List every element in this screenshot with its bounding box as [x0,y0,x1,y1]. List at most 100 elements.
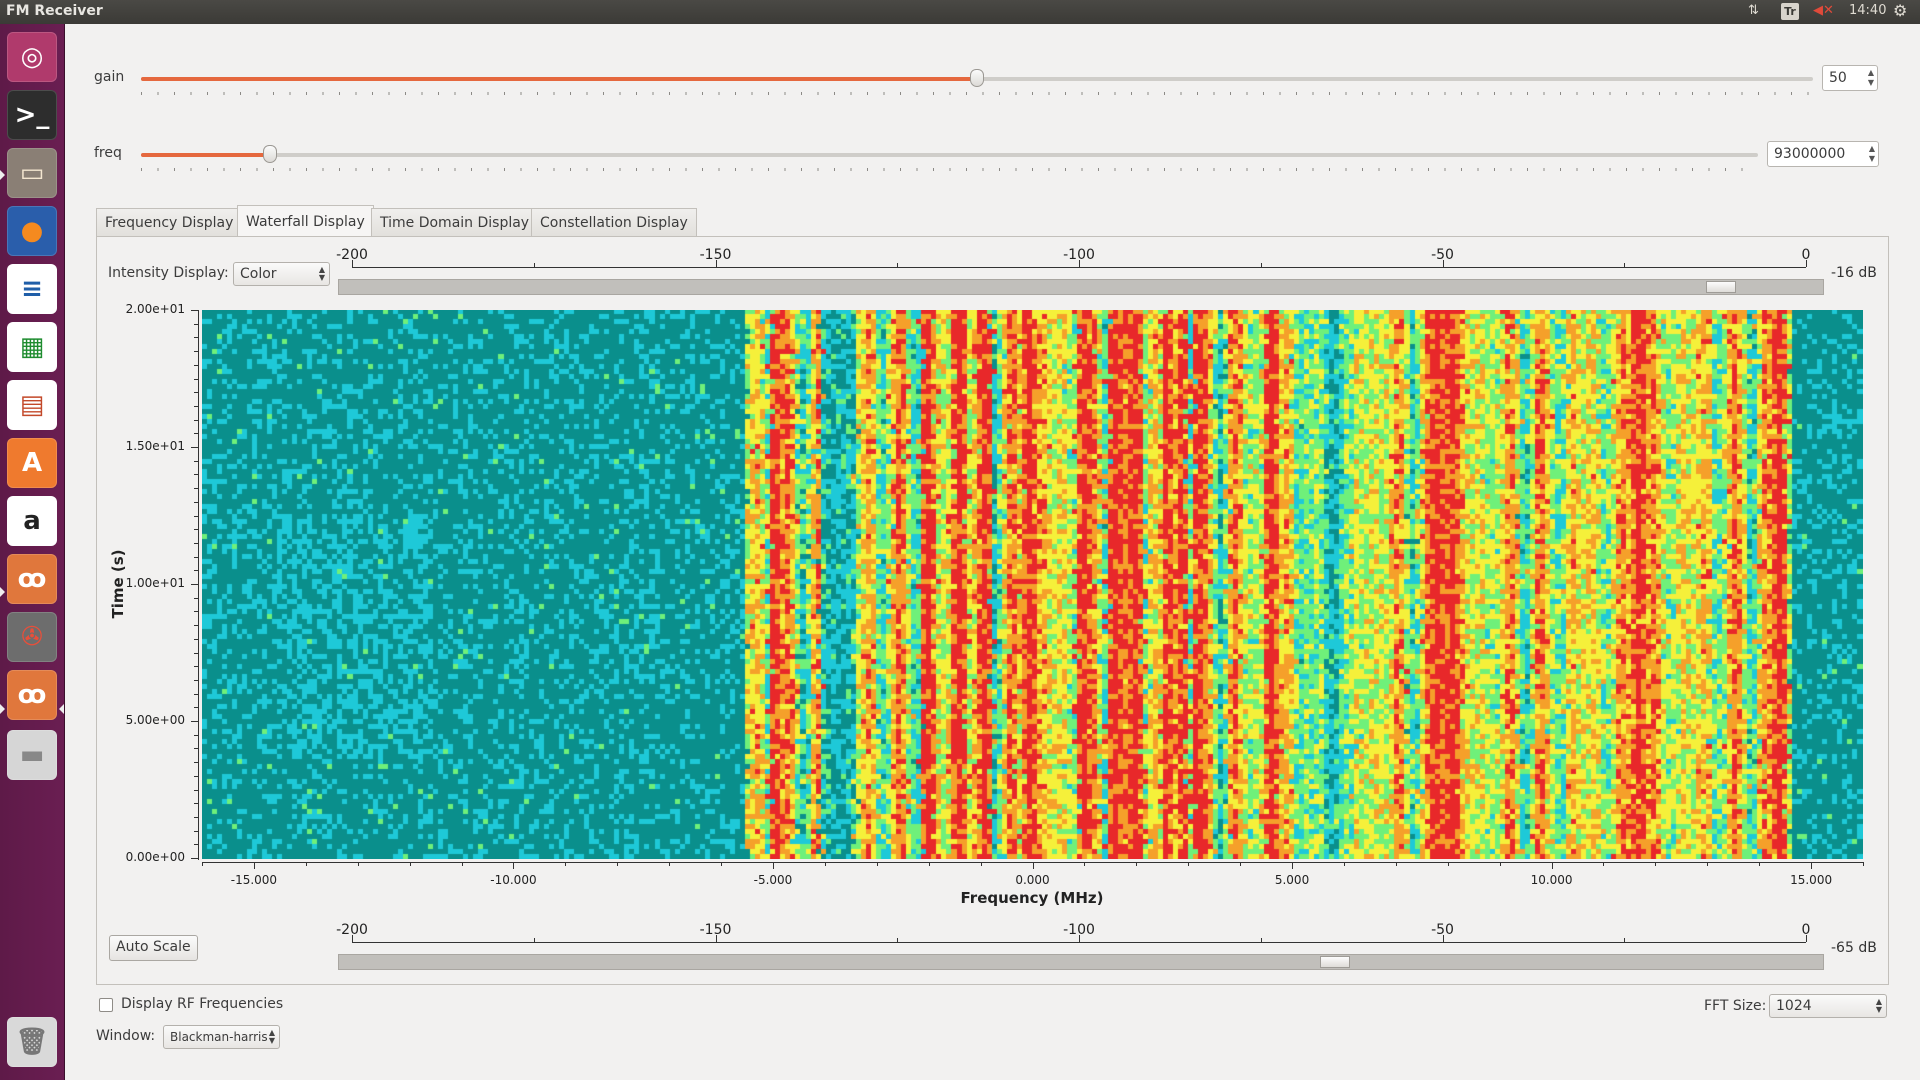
tab-time-domain-display[interactable]: Time Domain Display [371,208,539,236]
y-minor-tick [194,392,198,394]
y-tick-label: 0.00e+00 [125,850,185,864]
y-minor-tick [194,625,198,627]
y-minor-tick [194,405,198,407]
y-minor-tick [194,501,198,503]
fft-size-value: 1024 [1776,998,1812,1014]
gnuradio-fm-icon[interactable]: ꝏ [7,670,57,720]
running-indicator [0,587,5,597]
terminal-icon[interactable]: >_ [7,90,57,140]
clock[interactable]: 14:40 [1849,3,1886,18]
x-minor-tick [1343,862,1345,866]
y-minor-tick [194,556,198,558]
fft-size-combobox[interactable]: 1024 ▲ ▼ [1769,994,1887,1018]
gain-slider-ticks [141,92,1813,95]
x-minor-tick [617,862,619,866]
auto-scale-button[interactable]: Auto Scale [109,935,198,961]
firefox-icon[interactable]: ● [7,206,57,256]
x-minor-tick [824,862,826,866]
waterfall-plot[interactable] [202,310,1863,859]
y-minor-tick [194,748,198,750]
y-minor-tick [194,816,198,818]
gain-slider-handle[interactable] [970,69,984,87]
display-rf-checkbox[interactable] [99,998,113,1012]
intensity-combobox[interactable]: Color ▲ ▼ [233,262,330,286]
freq-value: 93000000 [1774,146,1846,162]
x-tick-label: -15.000 [230,873,278,887]
y-minor-tick [194,830,198,832]
tab-constellation-display[interactable]: Constellation Display [531,208,697,236]
y-minor-tick [194,584,198,585]
x-tick-label: 10.000 [1530,873,1573,887]
y-axis-line [198,310,199,860]
gain-spinbox[interactable]: 50 ▲ ▼ [1822,65,1878,91]
tab-waterfall-display[interactable]: Waterfall Display [237,205,374,237]
x-tick-label: -10.000 [490,873,537,887]
freq-spinbox[interactable]: 93000000 ▲ ▼ [1767,141,1879,167]
freq-slider[interactable] [141,153,1758,157]
volume-muted-icon[interactable]: ◀✕ [1813,3,1834,18]
freq-slider-handle[interactable] [263,145,278,163]
y-minor-tick [194,611,198,613]
gain-slider-fill [141,77,977,81]
scale-tick [352,260,353,267]
gnuradio-icon[interactable]: ꝏ [7,554,57,604]
display-rf-label: Display RF Frequencies [121,996,284,1012]
y-minor-tick [194,488,198,490]
x-minor-tick [202,862,203,866]
ubuntu-dash-icon[interactable]: ◎ [7,32,57,82]
x-tick-label: 15.000 [1790,873,1833,887]
files-icon[interactable]: ▭ [7,148,57,198]
gear-icon[interactable]: ⚙ [1893,1,1907,20]
x-minor-tick [1136,862,1138,866]
y-axis-title: Time (s) [109,549,127,619]
y-minor-tick [194,679,198,681]
x-minor-tick [1084,862,1086,866]
network-icon[interactable]: ⇅ [1748,3,1759,18]
x-minor-tick [1395,862,1397,866]
max-intensity-handle[interactable] [1705,281,1736,293]
scale-tick [897,938,899,942]
min-intensity-handle[interactable] [1319,956,1350,968]
writer-icon[interactable]: ≡ [7,264,57,314]
combo-arrows-icon: ▲ ▼ [318,265,325,282]
running-indicator [0,704,5,714]
trash-icon[interactable]: 🗑 [7,1017,57,1067]
y-minor-tick [194,721,198,722]
y-minor-tick [194,323,198,325]
y-minor-tick [194,570,198,572]
fft-size-label: FFT Size: [1704,998,1767,1014]
y-minor-tick [194,337,198,339]
x-minor-tick [565,862,567,866]
window-combobox[interactable]: Blackman-harris ▲ ▼ [163,1025,280,1049]
scale-tick [1624,938,1626,942]
x-minor-tick [1707,862,1709,866]
x-minor-tick [721,862,723,866]
min-intensity-db: -65 dB [1831,940,1877,956]
y-minor-tick [194,433,198,435]
tab-frequency-display[interactable]: Frequency Display [96,208,243,236]
y-minor-tick [194,474,198,476]
spin-arrows-icon[interactable]: ▲ ▼ [1868,68,1874,88]
amazon-icon[interactable]: a [7,496,57,546]
x-tick-label: 5.000 [1274,873,1310,887]
y-minor-tick [194,447,198,448]
max-intensity-slider[interactable] [338,279,1824,295]
software-center-icon[interactable]: A [7,438,57,488]
scale-tick [533,938,535,942]
combo-arrows-icon: ▲ ▼ [1875,997,1882,1014]
scale-tick [897,263,899,267]
y-minor-tick [194,351,198,353]
spin-arrows-icon[interactable]: ▲ ▼ [1869,144,1875,164]
freq-slider-fill [141,153,271,157]
y-minor-tick [194,693,198,695]
min-intensity-slider[interactable] [338,954,1824,970]
keyboard-layout-icon[interactable]: Tr [1781,3,1799,20]
disk-icon[interactable]: ▬ [7,730,57,780]
y-minor-tick [194,652,198,654]
impress-icon[interactable]: ▤ [7,380,57,430]
calc-icon[interactable]: ▦ [7,322,57,372]
window-value: Blackman-harris [170,1030,268,1044]
y-minor-tick [194,378,198,380]
system-settings-icon[interactable]: ✇ [7,612,57,662]
x-minor-tick [669,862,671,866]
